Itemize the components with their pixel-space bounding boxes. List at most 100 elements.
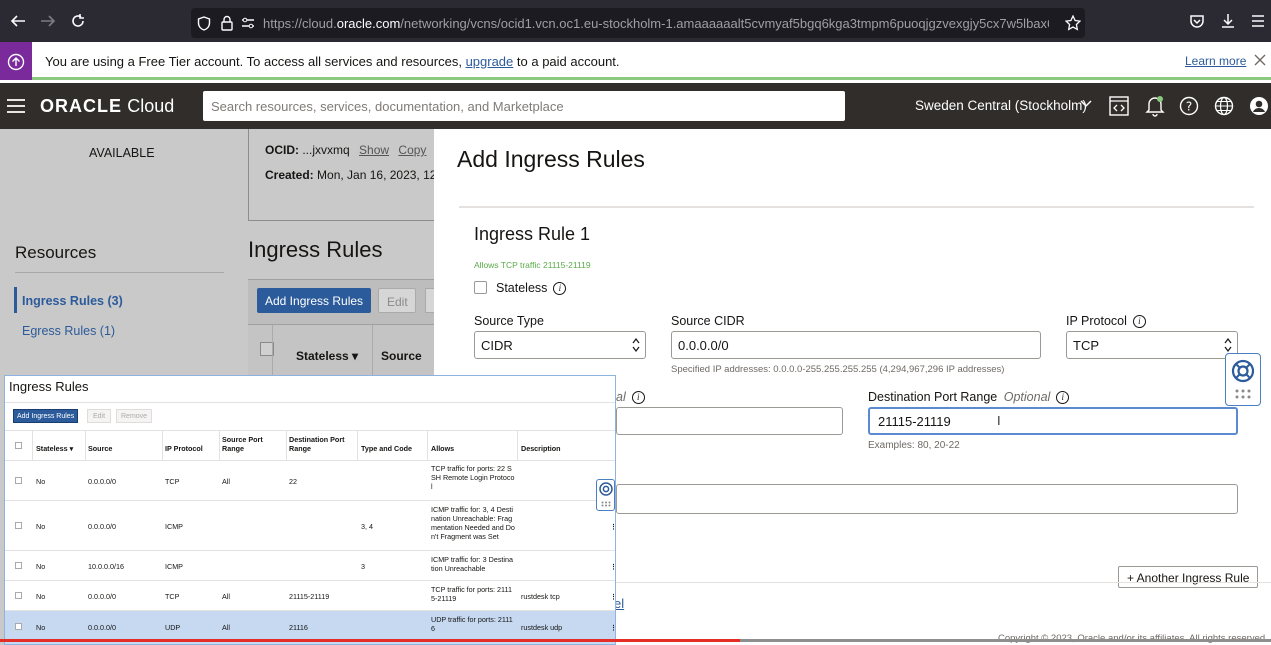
- code-editor-icon[interactable]: [1109, 96, 1129, 116]
- column-divider: [357, 430, 358, 460]
- reload-icon[interactable]: [70, 13, 86, 29]
- sidebar-item-ingress-rules[interactable]: Ingress Rules (3): [22, 294, 123, 308]
- lifebuoy-icon[interactable]: [599, 482, 613, 496]
- column-divider: [32, 430, 33, 460]
- row-actions-icon[interactable]: ⋮: [610, 623, 615, 632]
- cell-stateless: No: [36, 562, 46, 571]
- table-row[interactable]: No 0.0.0.0/0 TCP All 21115-21119 TCP tra…: [5, 580, 615, 610]
- cell-protocol: ICMP: [165, 562, 183, 571]
- row-checkbox[interactable]: [15, 623, 22, 630]
- lock-icon[interactable]: [221, 15, 233, 31]
- oci-header: ORACLE Cloud Search resources, services,…: [0, 83, 1271, 129]
- row-checkbox[interactable]: [15, 477, 22, 484]
- table-row[interactable]: No 0.0.0.0/0 ICMP 3, 4 ICMP traffic for:…: [5, 500, 615, 550]
- video-progress-track[interactable]: [0, 639, 1271, 642]
- column-header[interactable]: Stateless ▾: [36, 444, 73, 453]
- info-icon[interactable]: i: [1132, 315, 1146, 329]
- url-text[interactable]: https://cloud.oracle.com/networking/vcns…: [263, 16, 1049, 31]
- permissions-icon[interactable]: [241, 17, 255, 29]
- column-header[interactable]: Type and Code: [361, 444, 412, 453]
- support-widget[interactable]: [1225, 353, 1261, 406]
- cell-source-port: All: [222, 592, 230, 601]
- inset-title: Ingress Rules: [9, 379, 89, 394]
- column-header[interactable]: Description: [521, 444, 561, 453]
- row-actions-icon[interactable]: ⋮: [610, 592, 615, 601]
- column-divider: [517, 430, 518, 460]
- forward-icon[interactable]: [40, 14, 56, 28]
- copy-ocid-link[interactable]: Copy: [398, 143, 426, 157]
- section-title: Ingress Rules: [248, 237, 383, 262]
- inset-edit-button[interactable]: Edit: [87, 409, 111, 423]
- hamburger-icon[interactable]: [6, 98, 26, 114]
- drag-handle-icon[interactable]: [1235, 389, 1251, 399]
- column-divider: [85, 430, 86, 460]
- bookmark-star-icon[interactable]: [1065, 15, 1081, 31]
- row-checkbox[interactable]: [15, 522, 22, 529]
- select-all-checkbox[interactable]: [15, 442, 22, 449]
- destination-port-field[interactable]: 21115-21119 I: [868, 407, 1238, 435]
- column-header-source[interactable]: Source: [381, 349, 422, 363]
- stateless-checkbox[interactable]: [474, 281, 487, 294]
- source-port-label: al i: [616, 390, 645, 405]
- divider: [459, 206, 1254, 208]
- bell-icon[interactable]: [1145, 95, 1165, 117]
- region-selector[interactable]: Sweden Central (Stockholm): [915, 98, 1092, 113]
- show-ocid-link[interactable]: Show: [359, 143, 389, 157]
- description-field[interactable]: [616, 484, 1238, 514]
- cell-source-port: All: [222, 623, 230, 632]
- another-ingress-rule-button[interactable]: + Another Ingress Rule: [1118, 566, 1259, 588]
- cell-description: rustdesk udp: [521, 623, 563, 632]
- inset-support-widget[interactable]: [596, 479, 615, 511]
- row-actions-icon[interactable]: ⋮: [610, 522, 615, 531]
- column-header[interactable]: Allows: [431, 444, 454, 453]
- column-header-stateless[interactable]: Stateless ▾: [296, 349, 358, 363]
- back-icon[interactable]: [10, 14, 26, 28]
- source-port-field[interactable]: [616, 407, 843, 435]
- close-icon[interactable]: [1254, 54, 1266, 66]
- ip-protocol-select[interactable]: TCP: [1066, 331, 1238, 359]
- select-arrows-icon: [632, 337, 640, 353]
- row-checkbox[interactable]: [15, 562, 22, 569]
- active-indicator: [14, 287, 17, 313]
- upgrade-link[interactable]: upgrade: [466, 54, 514, 69]
- column-header[interactable]: Destination Port Range: [289, 435, 355, 453]
- info-icon[interactable]: i: [1056, 391, 1070, 405]
- drag-handle-icon[interactable]: [601, 501, 611, 507]
- download-icon[interactable]: [1220, 13, 1236, 29]
- address-bar[interactable]: https://cloud.oracle.com/networking/vcns…: [191, 8, 1085, 38]
- oracle-cloud-logo[interactable]: ORACLE Cloud: [40, 96, 174, 118]
- sidebar-item-egress-rules[interactable]: Egress Rules (1): [22, 324, 115, 338]
- table-row[interactable]: No 0.0.0.0/0 TCP All 22 TCP traffic for …: [5, 460, 615, 500]
- column-header[interactable]: Source Port Range: [222, 435, 277, 453]
- pocket-icon[interactable]: [1189, 14, 1205, 29]
- inset-table-header: Stateless ▾ Source IP Protocol Source Po…: [5, 430, 615, 460]
- menu-icon[interactable]: [1251, 15, 1265, 27]
- source-cidr-label: Source CIDR: [671, 314, 745, 328]
- search-input[interactable]: Search resources, services, documentatio…: [203, 91, 845, 121]
- table-row[interactable]: No 10.0.0.0/16 ICMP 3 ICMP traffic for: …: [5, 550, 615, 580]
- user-avatar-icon[interactable]: [1249, 96, 1269, 116]
- add-ingress-rules-button[interactable]: Add Ingress Rules: [257, 288, 372, 313]
- details-box: OCID: ...jxvxmq Show Copy Created: Mon, …: [248, 129, 436, 221]
- row-checkbox[interactable]: [15, 592, 22, 599]
- info-icon[interactable]: i: [553, 282, 567, 296]
- column-header[interactable]: Source: [88, 444, 112, 453]
- source-type-select[interactable]: CIDR: [474, 331, 646, 359]
- column-header[interactable]: IP Protocol: [165, 444, 203, 453]
- banner-message: You are using a Free Tier account. To ac…: [45, 54, 620, 69]
- source-cidr-field[interactable]: 0.0.0.0/0: [671, 331, 1041, 359]
- cell-destination-port: 21115-21119: [289, 592, 330, 601]
- row-actions-icon[interactable]: ⋮: [610, 562, 615, 571]
- ingress-rules-inset: Ingress Rules Add Ingress Rules Edit Rem…: [4, 375, 616, 645]
- edit-button[interactable]: Edit: [378, 288, 416, 313]
- shield-icon[interactable]: [197, 16, 211, 31]
- globe-icon[interactable]: [1214, 96, 1234, 116]
- learn-more-link[interactable]: Learn more: [1185, 54, 1246, 68]
- help-icon[interactable]: ?: [1179, 96, 1199, 116]
- column-divider: [272, 325, 273, 377]
- lifebuoy-icon[interactable]: [1231, 359, 1255, 383]
- inset-add-ingress-rules-button[interactable]: Add Ingress Rules: [13, 409, 79, 423]
- inset-remove-button[interactable]: Remove: [116, 409, 152, 423]
- info-icon[interactable]: i: [631, 391, 645, 405]
- cell-protocol: ICMP: [165, 522, 183, 531]
